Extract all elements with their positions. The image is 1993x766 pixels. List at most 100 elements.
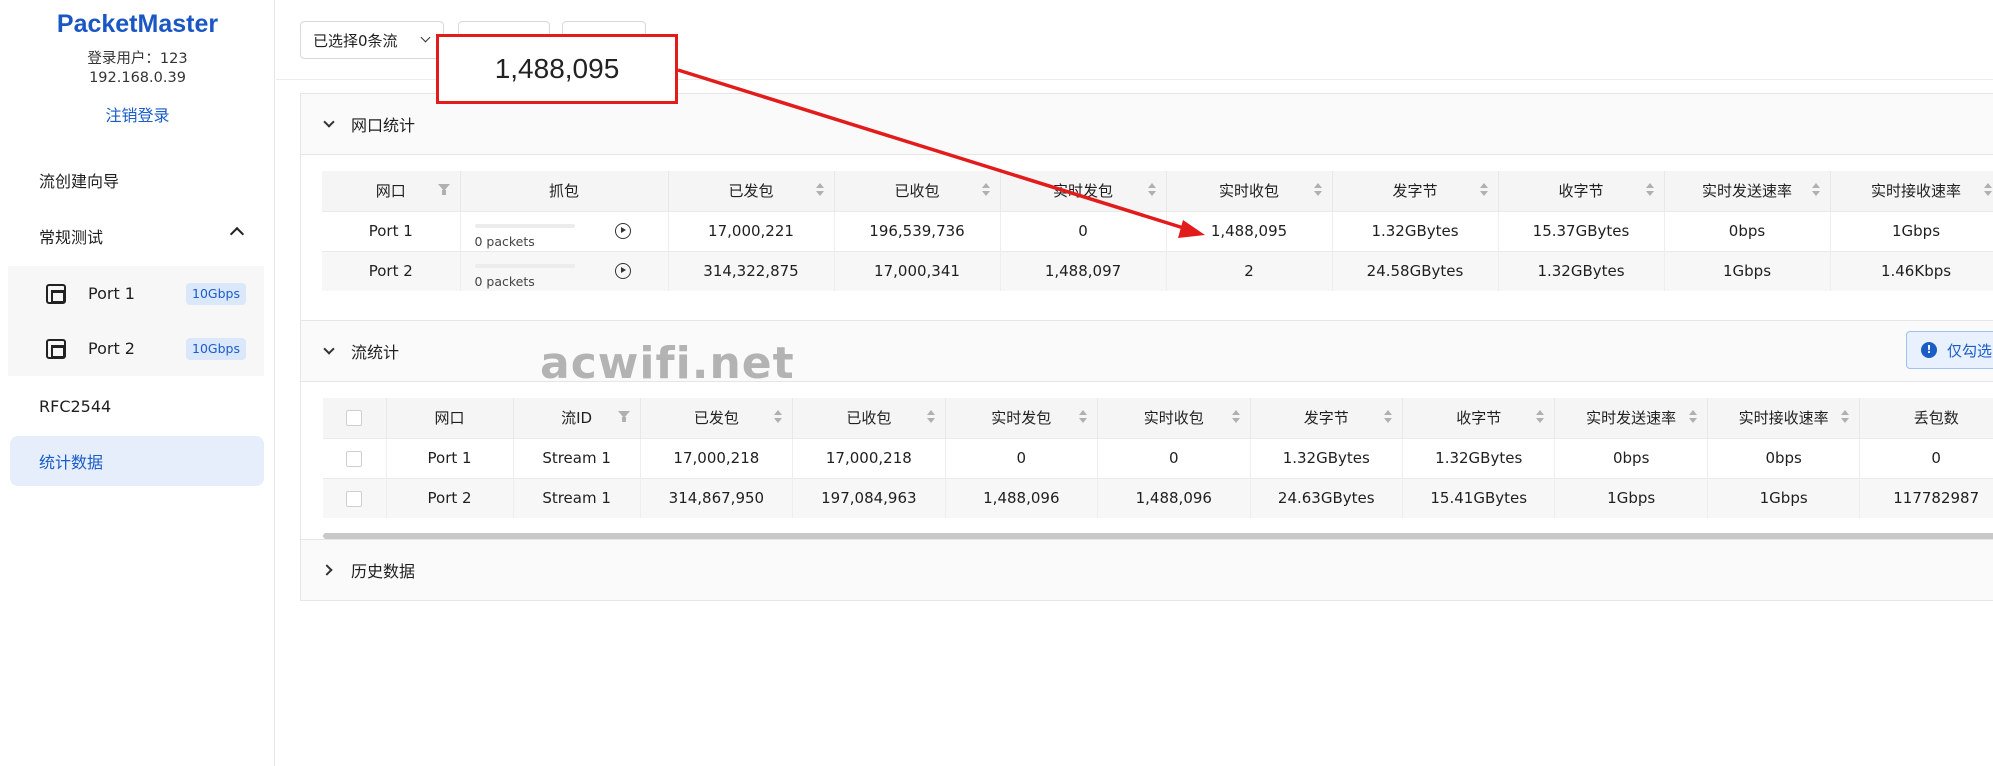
sort-icon[interactable] xyxy=(926,410,935,426)
cell-rt-tx: 1,488,097 xyxy=(1000,250,1167,291)
cell-tx: 314,867,950 xyxy=(640,477,794,518)
cell-rt-rx: 2 xyxy=(1166,250,1333,291)
cell-port: Port 2 xyxy=(322,250,461,291)
capture-count: 0 packets xyxy=(474,233,535,249)
cell-rx-rate: 1Gbps xyxy=(1830,210,1993,251)
speed-badge: 10Gbps xyxy=(186,337,246,360)
col-header-rt-rx[interactable]: 实时收包 xyxy=(1166,171,1333,211)
sort-icon[interactable] xyxy=(1536,410,1545,426)
chevron-right-icon xyxy=(321,564,333,576)
cell-loss: 0 xyxy=(1859,437,1993,478)
logout-link[interactable]: 注销登录 xyxy=(0,102,275,126)
cell-rx-bytes: 15.37GBytes xyxy=(1498,210,1665,251)
sort-icon[interactable] xyxy=(1147,183,1156,199)
col-header-tx[interactable]: 已发包 xyxy=(668,171,835,211)
table-header-row: 网口 流ID 已发包 已收包 实时发包 实时收包 发字节 收字节 实时发送速率 … xyxy=(323,398,1993,438)
cell-rt-rx: 0 xyxy=(1097,437,1251,478)
sort-icon[interactable] xyxy=(1983,183,1992,199)
col-header-port: 网口 xyxy=(386,398,514,438)
cell-loss: 117782987 xyxy=(1859,477,1993,518)
sidebar-item-port-2[interactable]: Port 2 10Gbps xyxy=(8,321,264,376)
panel-title: 流统计 xyxy=(351,343,400,362)
chevron-down-icon xyxy=(323,343,335,355)
stream-stats-body: 网口 流ID 已发包 已收包 实时发包 实时收包 发字节 收字节 实时发送速率 … xyxy=(301,381,1993,540)
sort-icon[interactable] xyxy=(1645,183,1654,199)
play-icon[interactable] xyxy=(614,222,631,239)
port-stats-body: 网口 抓包 已发包 已收包 实时发包 实时收包 发字节 收字节 实时发送速率 实… xyxy=(301,154,1993,321)
col-header-rt-tx[interactable]: 实时发包 xyxy=(1000,171,1167,211)
chevron-down-icon xyxy=(420,32,431,43)
stream-stats-table: 网口 流ID 已发包 已收包 实时发包 实时收包 发字节 收字节 实时发送速率 … xyxy=(323,398,1993,518)
col-header-tx[interactable]: 已发包 xyxy=(640,398,794,438)
col-header-rx-rate[interactable]: 实时接收速率 xyxy=(1707,398,1861,438)
sort-icon[interactable] xyxy=(1811,183,1820,199)
cell-rt-tx: 0 xyxy=(1000,210,1167,251)
history-header[interactable]: 历史数据 xyxy=(301,540,1993,600)
sort-icon[interactable] xyxy=(1313,183,1322,199)
cell-rx-rate: 1.46Kbps xyxy=(1830,250,1993,291)
only-checked-button[interactable]: ! 仅勾选 xyxy=(1906,331,1993,369)
sort-icon[interactable] xyxy=(981,183,990,199)
only-checked-label: 仅勾选 xyxy=(1947,341,1993,360)
sidebar: PacketMaster 登录用户：123 192.168.0.39 注销登录 … xyxy=(0,0,275,766)
capture-progress-bar xyxy=(474,223,575,228)
sidebar-item-rfc2544[interactable]: RFC2544 xyxy=(10,381,264,431)
cell-tx: 17,000,218 xyxy=(640,437,794,478)
cell-capture: 0 packets xyxy=(460,210,669,251)
col-header-rx[interactable]: 已收包 xyxy=(792,398,946,438)
cell-port: Port 1 xyxy=(386,437,514,478)
table-row: Port 2 0 packets 314,322,875 17,000,341 … xyxy=(322,250,1993,291)
cell-tx-bytes: 24.58GBytes xyxy=(1332,250,1499,291)
sidebar-item-statistics[interactable]: 统计数据 xyxy=(10,436,264,486)
sort-icon[interactable] xyxy=(774,410,783,426)
sort-icon[interactable] xyxy=(1841,410,1850,426)
sort-icon[interactable] xyxy=(815,183,824,199)
cell-rt-rx: 1,488,096 xyxy=(1097,477,1251,518)
sidebar-item-label: Port 2 xyxy=(88,339,135,358)
cell-rt-tx: 0 xyxy=(945,437,1099,478)
watermark: acwifi.net xyxy=(540,338,795,389)
col-header-stream-id[interactable]: 流ID xyxy=(513,398,641,438)
sidebar-item-regular-test[interactable]: 常规测试 xyxy=(10,211,264,261)
filter-icon[interactable] xyxy=(617,411,630,423)
cell-tx-bytes: 1.32GBytes xyxy=(1332,210,1499,251)
sort-icon[interactable] xyxy=(1231,410,1240,426)
play-icon[interactable] xyxy=(614,262,631,279)
col-header-port[interactable]: 网口 xyxy=(322,171,461,211)
row-checkbox[interactable] xyxy=(346,450,363,467)
col-header-rx[interactable]: 已收包 xyxy=(834,171,1001,211)
col-header-rx-bytes[interactable]: 收字节 xyxy=(1402,398,1556,438)
stream-select-dropdown[interactable]: 已选择0条流 xyxy=(300,21,444,59)
table-row: Port 1 0 packets 17,000,221 196,539,736 … xyxy=(322,210,1993,251)
table-row: Port 1 Stream 1 17,000,218 17,000,218 0 … xyxy=(323,437,1993,478)
sort-icon[interactable] xyxy=(1079,410,1088,426)
cell-port: Port 1 xyxy=(322,210,461,251)
col-header-tx-bytes[interactable]: 发字节 xyxy=(1332,171,1499,211)
col-header-tx-rate[interactable]: 实时发送速率 xyxy=(1554,398,1708,438)
row-checkbox[interactable] xyxy=(346,490,363,507)
col-header-rx-bytes[interactable]: 收字节 xyxy=(1498,171,1665,211)
sidebar-item-wizard[interactable]: 流创建向导 xyxy=(10,155,264,205)
cell-checkbox[interactable] xyxy=(323,437,387,478)
sort-icon[interactable] xyxy=(1688,410,1697,426)
cell-port: Port 2 xyxy=(386,477,514,518)
sort-icon[interactable] xyxy=(1479,183,1488,199)
col-header-tx-rate[interactable]: 实时发送速率 xyxy=(1664,171,1831,211)
port-submenu: Port 1 10Gbps Port 2 10Gbps xyxy=(8,266,264,376)
cell-rx: 17,000,341 xyxy=(834,250,1001,291)
col-header-rx-rate[interactable]: 实时接收速率 xyxy=(1830,171,1993,211)
sidebar-item-label: Port 1 xyxy=(88,284,135,303)
stream-select-label: 已选择0条流 xyxy=(313,31,398,50)
sort-icon[interactable] xyxy=(1383,410,1392,426)
filter-icon[interactable] xyxy=(437,184,450,196)
col-header-rt-tx[interactable]: 实时发包 xyxy=(945,398,1099,438)
sidebar-item-port-1[interactable]: Port 1 10Gbps xyxy=(8,266,264,321)
col-header-select-all[interactable] xyxy=(323,398,387,438)
col-header-tx-bytes[interactable]: 发字节 xyxy=(1250,398,1403,438)
cell-checkbox[interactable] xyxy=(323,477,387,518)
panel-title: 网口统计 xyxy=(351,116,416,135)
cell-rt-rx: 1,488,095 xyxy=(1166,210,1333,251)
select-all-checkbox[interactable] xyxy=(346,410,363,427)
col-header-rt-rx[interactable]: 实时收包 xyxy=(1097,398,1251,438)
chevron-up-icon xyxy=(229,226,245,242)
